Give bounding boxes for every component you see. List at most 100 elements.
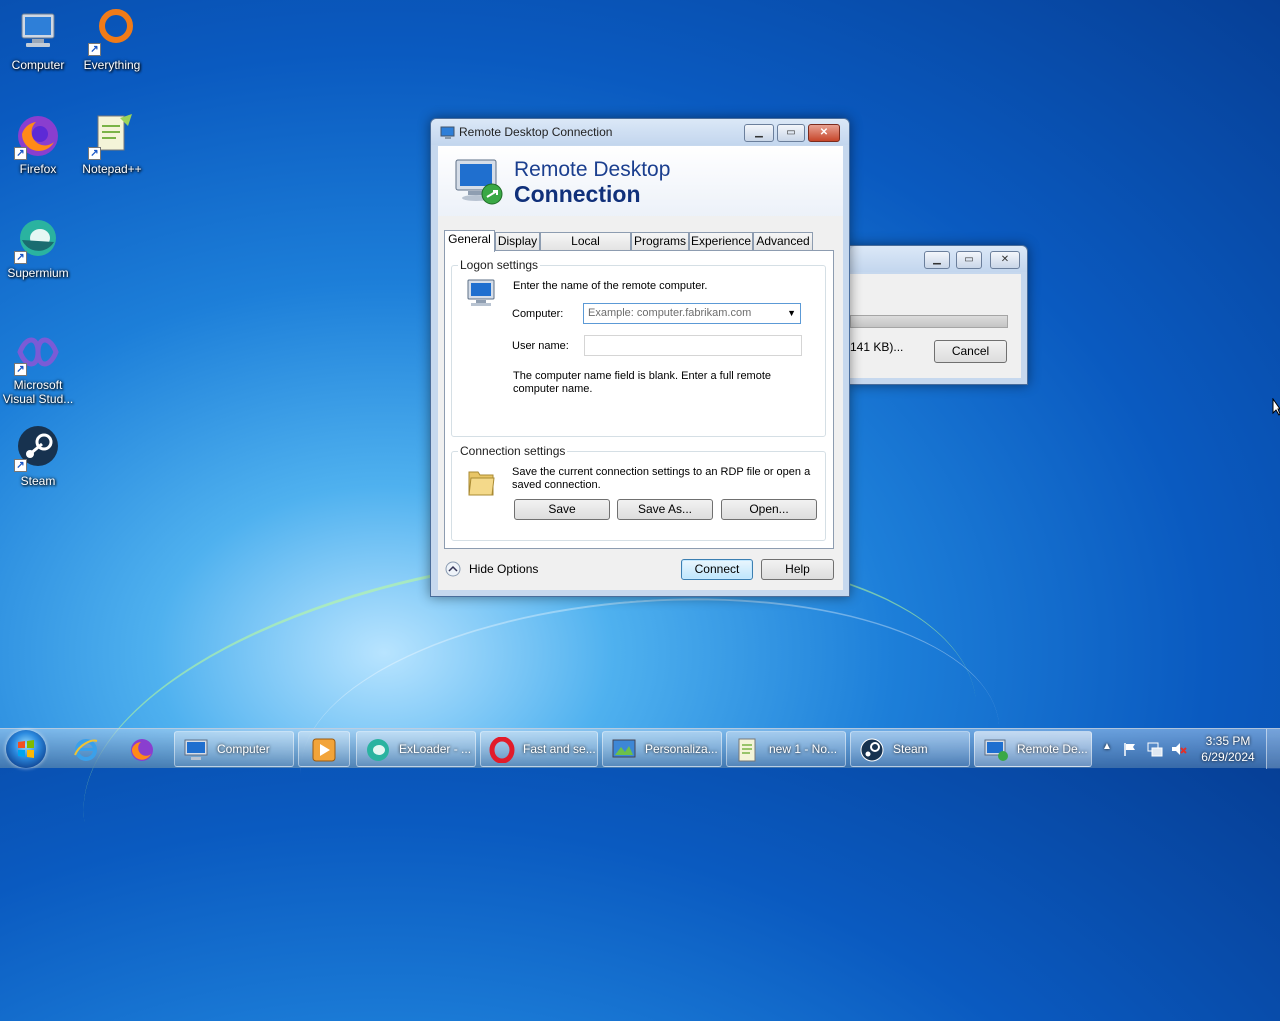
opera-icon (489, 737, 515, 763)
cancel-button[interactable]: Cancel (934, 340, 1007, 363)
tab-advanced[interactable]: Advanced (753, 232, 813, 251)
folder-icon (468, 471, 495, 496)
remote-computer-icon (455, 159, 503, 205)
close-button[interactable]: ✕ (990, 251, 1020, 269)
blank-name-message: The computer name field is blank. Enter … (513, 370, 772, 395)
tab-general[interactable]: General (444, 230, 495, 252)
download-progress-bar (850, 315, 1008, 328)
taskbar-item-steam[interactable]: Steam (850, 731, 970, 767)
shortcut-arrow-icon: ↗ (88, 43, 101, 56)
banner-title-line1: Remote Desktop (514, 158, 671, 181)
desktop-icon-visual-studio[interactable]: ↗ Microsoft Visual Stud... (0, 328, 76, 406)
remote-desktop-window: Remote Desktop Connection ▁ ▭ ✕ Remote D… (430, 118, 850, 597)
tab-experience[interactable]: Experience (689, 232, 753, 251)
remote-desktop-icon (984, 739, 1008, 761)
maximize-button[interactable]: ▭ (956, 251, 982, 269)
notepadpp-icon (738, 738, 756, 762)
firefox-icon: ↗ (14, 112, 62, 160)
dropdown-arrow-icon[interactable]: ▼ (787, 304, 796, 323)
computer-combobox[interactable]: Example: computer.fabrikam.com ▼ (583, 303, 801, 324)
tab-local-resources[interactable]: Local Resources (540, 232, 631, 265)
computer-icon (184, 739, 208, 760)
window-title: Remote Desktop Connection (459, 125, 613, 139)
shortcut-arrow-icon: ↗ (14, 147, 27, 160)
shortcut-arrow-icon: ↗ (14, 459, 27, 472)
logon-settings-label: Logon settings (458, 258, 541, 272)
supermium-icon (367, 739, 389, 761)
start-button[interactable] (6, 730, 46, 768)
system-tray: ▲ 3:35 PM 6/29/2024 (1098, 729, 1258, 769)
notepadpp-icon: ↗ (88, 112, 136, 160)
action-center-flag-icon[interactable] (1122, 741, 1138, 757)
save-as-button[interactable]: Save As... (617, 499, 713, 520)
show-desktop-button[interactable] (1266, 729, 1280, 769)
connect-button[interactable]: Connect (681, 559, 753, 580)
everything-search-icon: ↗ (88, 8, 136, 56)
computer-label: Computer: (512, 308, 564, 320)
steam-icon (860, 738, 884, 762)
taskbar-item-exloader[interactable]: ExLoader - ... (356, 731, 476, 767)
help-button[interactable]: Help (761, 559, 834, 580)
personalization-icon (612, 739, 636, 758)
connection-settings-label: Connection settings (458, 444, 568, 458)
visual-studio-icon: ↗ (14, 328, 62, 376)
steam-icon: ↗ (14, 424, 62, 472)
internet-explorer-icon (74, 739, 98, 761)
username-label: User name: (512, 340, 569, 352)
taskbar-item-opera[interactable]: Fast and se... (480, 731, 598, 767)
taskbar-item-remote-desktop[interactable]: Remote De... (974, 731, 1092, 767)
username-field[interactable] (584, 335, 802, 356)
connection-settings-group: Connection settings Save the current con… (451, 444, 826, 541)
taskbar-item-personalization[interactable]: Personaliza... (602, 731, 722, 767)
logon-settings-group: Logon settings Enter the name of the rem… (451, 258, 826, 437)
tab-programs[interactable]: Programs (631, 232, 689, 251)
shortcut-arrow-icon: ↗ (88, 147, 101, 160)
desktop-icon-computer[interactable]: Computer (0, 8, 76, 72)
desktop-icon-steam[interactable]: ↗ Steam (0, 424, 76, 488)
window-titlebar[interactable]: ▁ ▭ ✕ (850, 246, 1027, 272)
shortcut-arrow-icon: ↗ (14, 251, 27, 264)
taskbar-pin-internet-explorer[interactable] (62, 731, 112, 767)
volume-muted-icon[interactable] (1170, 741, 1188, 757)
dialog-body: General Display Local Resources Programs… (438, 216, 843, 590)
close-button[interactable]: ✕ (808, 124, 840, 142)
minimize-button[interactable]: ▁ (744, 124, 774, 142)
download-progress-window: ▁ ▭ ✕ 141 KB)... Cancel (849, 245, 1028, 385)
firefox-icon (131, 739, 153, 761)
desktop-icon-supermium[interactable]: ↗ Supermium (0, 216, 76, 280)
hide-options-label: Hide Options (469, 562, 539, 576)
clock-date: 6/29/2024 (1201, 750, 1255, 764)
taskbar-item-notepadpp[interactable]: new 1 - No... (726, 731, 846, 767)
network-icon[interactable] (1146, 741, 1164, 757)
windows-logo-icon (18, 740, 34, 758)
rdp-app-icon (440, 126, 455, 139)
clock-time: 3:35 PM (1205, 734, 1251, 748)
computer-icon (467, 279, 495, 306)
mouse-cursor-icon (1272, 398, 1280, 416)
taskbar: Computer ExLoader - ... Fast and se... P… (0, 728, 1280, 769)
download-status-text: 141 KB)... (850, 340, 904, 354)
tab-display[interactable]: Display (495, 232, 540, 251)
taskbar-item-computer[interactable]: Computer (174, 731, 294, 767)
show-hidden-icons-chevron-icon[interactable]: ▲ (1102, 741, 1112, 752)
chevron-up-icon (445, 561, 461, 577)
desktop-icon-firefox[interactable]: ↗ Firefox (0, 112, 76, 176)
supermium-icon: ↗ (14, 216, 62, 264)
general-tab-page: Logon settings Enter the name of the rem… (444, 250, 834, 549)
media-player-icon (312, 738, 336, 762)
clock[interactable]: 3:35 PM 6/29/2024 (1198, 733, 1258, 765)
desktop-icon-everything[interactable]: ↗ Everything (74, 8, 150, 72)
desktop-icon-notepadpp[interactable]: ↗ Notepad++ (74, 112, 150, 176)
minimize-button[interactable]: ▁ (924, 251, 950, 269)
window-titlebar[interactable]: Remote Desktop Connection ▁ ▭ ✕ (431, 119, 849, 145)
save-button[interactable]: Save (514, 499, 610, 520)
banner-title-line2: Connection (514, 181, 641, 207)
window-body: 141 KB)... Cancel (850, 274, 1021, 378)
computer-icon (14, 8, 62, 56)
taskbar-pin-firefox[interactable] (118, 731, 168, 767)
progress-fill (851, 316, 1007, 327)
logon-instruction: Enter the name of the remote computer. (513, 280, 708, 292)
maximize-button[interactable]: ▭ (777, 124, 805, 142)
open-button[interactable]: Open... (721, 499, 817, 520)
taskbar-item-media-player[interactable] (298, 731, 350, 767)
